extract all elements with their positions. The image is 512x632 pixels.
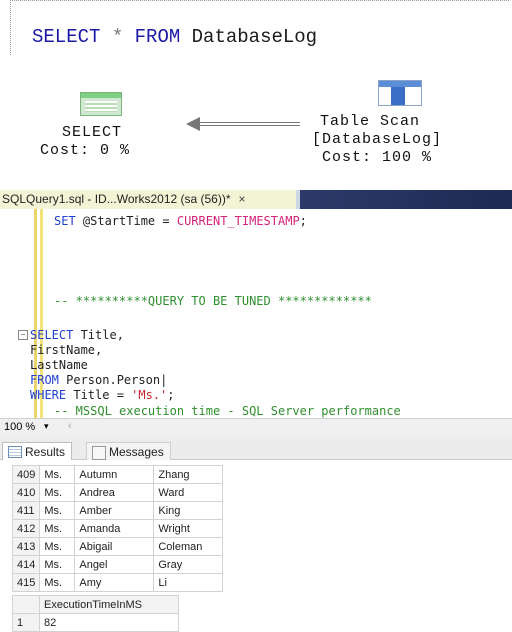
table-row[interactable]: 413 Ms. Abigail Coleman <box>11 537 224 556</box>
table-cell[interactable]: 82 <box>39 613 179 632</box>
table-row[interactable]: 1 82 <box>12 613 179 632</box>
table-cell[interactable]: Gray <box>153 555 224 574</box>
table-cell[interactable]: Ms. <box>39 465 76 484</box>
tab-results[interactable]: Results <box>2 442 73 460</box>
table-row[interactable]: 414 Ms. Angel Gray <box>11 555 224 574</box>
row-number[interactable]: 1 <box>12 613 40 632</box>
table-row[interactable]: 412 Ms. Amanda Wright <box>11 519 224 538</box>
comment-line: -- **********QUERY TO BE TUNED *********… <box>54 294 372 308</box>
scan-node-title: Table Scan <box>320 113 421 130</box>
row-number[interactable]: 415 <box>11 573 41 592</box>
select-operator-icon[interactable] <box>80 92 122 116</box>
code-line: WHERE Title = 'Ms.'; <box>30 388 175 402</box>
table-cell[interactable]: Autumn <box>74 465 155 484</box>
table-row[interactable]: 410 Ms. Andrea Ward <box>11 483 224 502</box>
table-cell[interactable]: Ms. <box>39 519 76 538</box>
zoom-bar: 100 % ▾ ‹ <box>0 418 512 438</box>
table-row[interactable]: 409 Ms. Autumn Zhang <box>11 465 224 484</box>
select-keyword: SELECT <box>32 26 101 48</box>
table-cell[interactable]: Ms. <box>39 501 76 520</box>
grid-icon <box>8 446 22 458</box>
query-text: SELECT * FROM DatabaseLog <box>32 26 317 48</box>
code-line: SELECT Title, <box>30 328 124 342</box>
row-number[interactable]: 413 <box>11 537 41 556</box>
row-number[interactable]: 414 <box>11 555 41 574</box>
table-scan-icon[interactable] <box>378 80 422 106</box>
table-cell[interactable]: Ms. <box>39 537 76 556</box>
scan-node-object: [DatabaseLog] <box>312 131 443 148</box>
table-cell[interactable]: Amber <box>74 501 155 520</box>
scan-node-cost: Cost: 100 % <box>322 149 433 166</box>
table-cell[interactable]: Amy <box>74 573 155 592</box>
arrow-left-icon <box>186 117 200 131</box>
chevron-down-icon[interactable]: ▾ <box>44 421 49 432</box>
tab-messages[interactable]: Messages <box>86 442 171 460</box>
table-cell[interactable]: Coleman <box>153 537 224 556</box>
column-header[interactable]: ExecutionTimeInMS <box>39 595 179 614</box>
table-cell[interactable]: Ms. <box>39 555 76 574</box>
row-number[interactable]: 409 <box>11 465 41 484</box>
collapse-toggle[interactable]: − <box>18 330 28 340</box>
comment-line: -- MSSQL execution time - SQL Server per… <box>54 404 401 418</box>
table-name: DatabaseLog <box>191 26 318 48</box>
from-keyword: FROM <box>134 26 181 48</box>
table-row[interactable]: 411 Ms. Amber King <box>11 501 224 520</box>
row-header-corner <box>12 595 40 614</box>
tab-messages-label: Messages <box>109 445 164 459</box>
table-cell[interactable]: Angel <box>74 555 155 574</box>
table-cell[interactable]: Wright <box>153 519 224 538</box>
close-icon[interactable]: × <box>239 190 246 209</box>
star-operator: * <box>111 26 124 48</box>
tab-title: SQLQuery1.sql - ID...Works2012 (sa (56))… <box>2 192 231 206</box>
messages-icon <box>92 446 106 460</box>
table-cell[interactable]: Ward <box>153 483 224 502</box>
code-line: FROM Person.Person| <box>30 373 168 387</box>
table-cell[interactable]: Andrea <box>74 483 155 502</box>
tab-sqlquery1[interactable]: SQLQuery1.sql - ID...Works2012 (sa (56))… <box>0 190 296 209</box>
tab-results-label: Results <box>25 445 66 459</box>
results-tab-bar <box>0 437 512 460</box>
code-line: FirstName, <box>30 343 103 357</box>
row-number[interactable]: 412 <box>11 519 41 538</box>
zoom-level[interactable]: 100 % <box>4 421 35 433</box>
table-cell[interactable]: King <box>153 501 224 520</box>
table-cell[interactable]: Zhang <box>153 465 224 484</box>
row-number[interactable]: 411 <box>11 501 41 520</box>
table-row[interactable]: 415 Ms. Amy Li <box>11 573 224 592</box>
table-cell[interactable]: Li <box>153 573 224 592</box>
row-number[interactable]: 410 <box>11 483 41 502</box>
select-node-title: SELECT <box>62 124 123 141</box>
scroll-left-icon[interactable]: ‹ <box>68 420 72 432</box>
table-cell[interactable]: Amanda <box>74 519 155 538</box>
code-line: LastName <box>30 358 88 372</box>
table-cell[interactable]: Ms. <box>39 483 76 502</box>
table-cell[interactable]: Ms. <box>39 573 76 592</box>
results-grid[interactable]: 409 Ms. Autumn Zhang 410 Ms. Andrea Ward 411 Ms. A… <box>11 465 224 592</box>
code-line: SET @StartTime = CURRENT_TIMESTAMP; <box>54 214 307 228</box>
execution-time-grid[interactable]: ExecutionTimeInMS 1 82 <box>12 595 179 632</box>
plan-connector <box>200 122 300 126</box>
table-cell[interactable]: Abigail <box>74 537 155 556</box>
select-node-cost: Cost: 0 % <box>40 142 131 159</box>
